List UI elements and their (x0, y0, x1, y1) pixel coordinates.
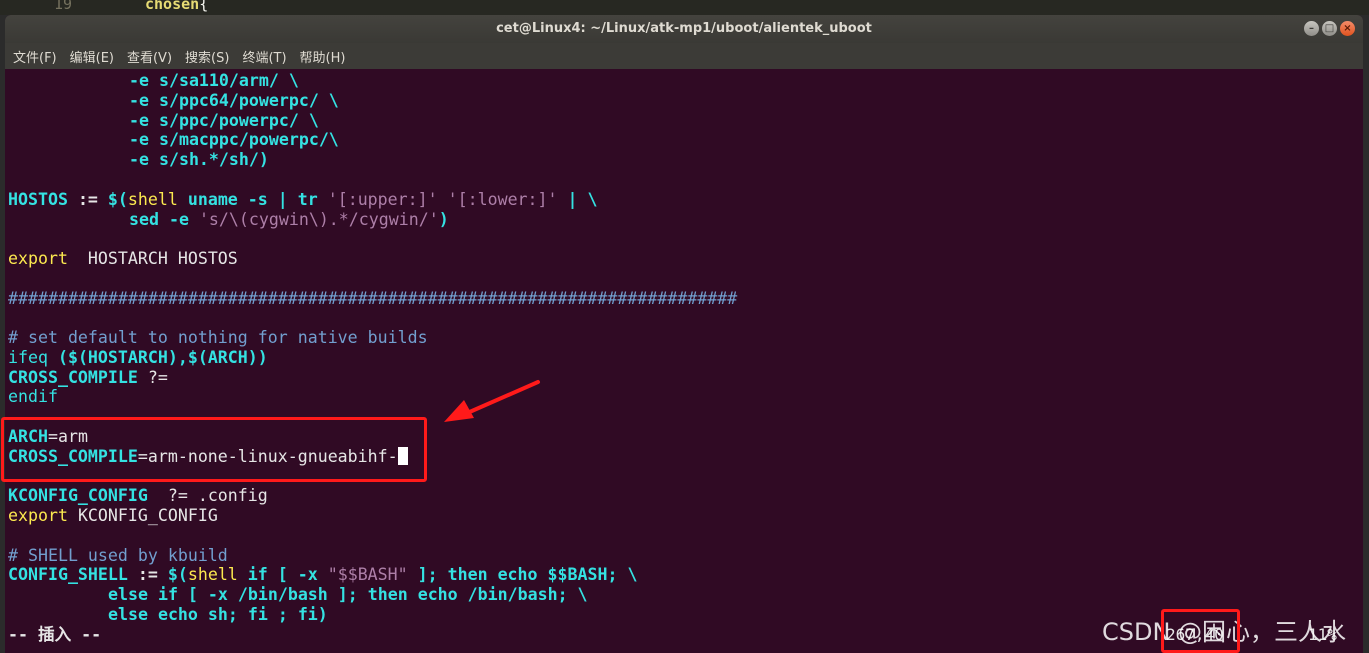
comment-line: # set default to nothing for native buil… (8, 328, 428, 347)
menu-bar: 文件(F) 编辑(E) 查看(V) 搜索(S) 终端(T) 帮助(H) (5, 43, 1363, 69)
code-line: -e s/sh.*/sh/) (129, 150, 269, 169)
export-vars: HOSTARCH HOSTOS (67, 249, 238, 268)
menu-terminal[interactable]: 终端(T) (242, 47, 286, 66)
code-line: -e s/sa110/arm/ \ (129, 71, 299, 90)
variable-name: CONFIG_SHELL (8, 565, 128, 584)
highlight-box-cursor-pos (1161, 609, 1240, 653)
window-controls: – □ × (1304, 21, 1355, 36)
command-text: if [ -x (237, 565, 328, 584)
string-literal: "$$BASH" (327, 565, 408, 584)
variable-value: ?= .config (147, 486, 268, 505)
command-text: ]; then echo $$BASH; \ (407, 565, 638, 584)
menu-file[interactable]: 文件(F) (13, 47, 57, 66)
menu-edit[interactable]: 编辑(E) (70, 47, 114, 66)
string-literal: '[:lower:]' (447, 190, 558, 209)
endif-line: endif (8, 387, 58, 406)
background-brace: { (199, 0, 209, 13)
string-literal: 's/\(cygwin\).*/cygwin/' (198, 210, 439, 229)
operator: := (127, 565, 168, 584)
terminal-window: cet@Linux4: ~/Linux/atk-mp1/uboot/alient… (5, 15, 1363, 653)
menu-help[interactable]: 帮助(H) (300, 47, 346, 66)
comment-line: # SHELL used by kbuild (8, 546, 228, 565)
operator: ?= (137, 368, 168, 387)
background-keyword: chosen (145, 0, 200, 13)
code-line-export-kconfig: export KCONFIG_CONFIG (8, 506, 218, 526)
vim-mode-indicator: -- 插入 -- (8, 625, 102, 644)
shell-keyword: shell (127, 190, 178, 209)
menu-view[interactable]: 查看(V) (127, 47, 172, 66)
maximize-icon[interactable]: □ (1322, 21, 1337, 36)
code-line-ifeq: ifeq ($(HOSTARCH),$(ARCH)) (8, 348, 268, 368)
code-line-config-shell: CONFIG_SHELL := $(shell if [ -x "$$BASH"… (8, 565, 637, 585)
code-line: -e s/ppc64/powerpc/ \ (129, 91, 339, 110)
dollar-paren: $( (167, 565, 188, 584)
variable-name: HOSTOS (8, 190, 68, 209)
annotation-arrow-icon (444, 380, 540, 422)
shell-keyword: shell (187, 565, 238, 584)
code-line-else-if: else if [ -x /bin/bash ]; then echo /bin… (108, 585, 588, 604)
variable-name: KCONFIG_CONFIG (8, 486, 148, 505)
code-line-sed: sed -e 's/\(cygwin\).*/cygwin/') (129, 210, 449, 230)
terminal-scrollbar[interactable] (1358, 70, 1363, 653)
command-text: sed -e (129, 210, 199, 229)
paren: ) (438, 210, 449, 229)
command-text: | \ (557, 190, 598, 209)
export-vars: KCONFIG_CONFIG (67, 506, 218, 525)
ifeq-args: ($(HOSTARCH),$(ARCH)) (47, 348, 268, 367)
variable-name: CROSS_COMPILE (8, 368, 138, 387)
code-line-hostos: HOSTOS := $(shell uname -s | tr '[:upper… (8, 190, 598, 210)
minimize-icon[interactable]: – (1304, 21, 1319, 36)
code-line: -e s/macppc/powerpc/\ (129, 130, 339, 149)
menu-search[interactable]: 搜索(S) (185, 47, 229, 66)
hash-separator: ########################################… (8, 289, 738, 308)
close-icon[interactable]: × (1340, 21, 1355, 36)
background-code: chosen{ (145, 0, 208, 12)
background-editor: 19 chosen{ (0, 0, 1369, 15)
background-line-number: 19 (54, 0, 73, 13)
highlight-box-config (1, 417, 427, 482)
dollar-paren: $( (107, 190, 128, 209)
window-title: cet@Linux4: ~/Linux/atk-mp1/uboot/alient… (496, 21, 872, 36)
code-line-else-echo: else echo sh; fi ; fi) (108, 605, 328, 624)
operator: := (67, 190, 108, 209)
ifeq-keyword: ifeq (8, 348, 48, 367)
command-text: uname -s | tr (177, 190, 328, 209)
code-line-kconfig: KCONFIG_CONFIG ?= .config (8, 486, 268, 506)
export-keyword: export (8, 249, 68, 268)
code-line: -e s/ppc/powerpc/ \ (129, 111, 319, 130)
window-titlebar[interactable]: cet@Linux4: ~/Linux/atk-mp1/uboot/alient… (5, 15, 1363, 43)
terminal-content[interactable]: -e s/sa110/arm/ \ -e s/ppc64/powerpc/ \ … (5, 70, 1363, 653)
code-line-export: export HOSTARCH HOSTOS (8, 249, 238, 269)
string-literal: '[:upper:]' (327, 190, 438, 209)
export-keyword: export (8, 506, 68, 525)
code-line-cross-compile: CROSS_COMPILE ?= (8, 368, 168, 388)
